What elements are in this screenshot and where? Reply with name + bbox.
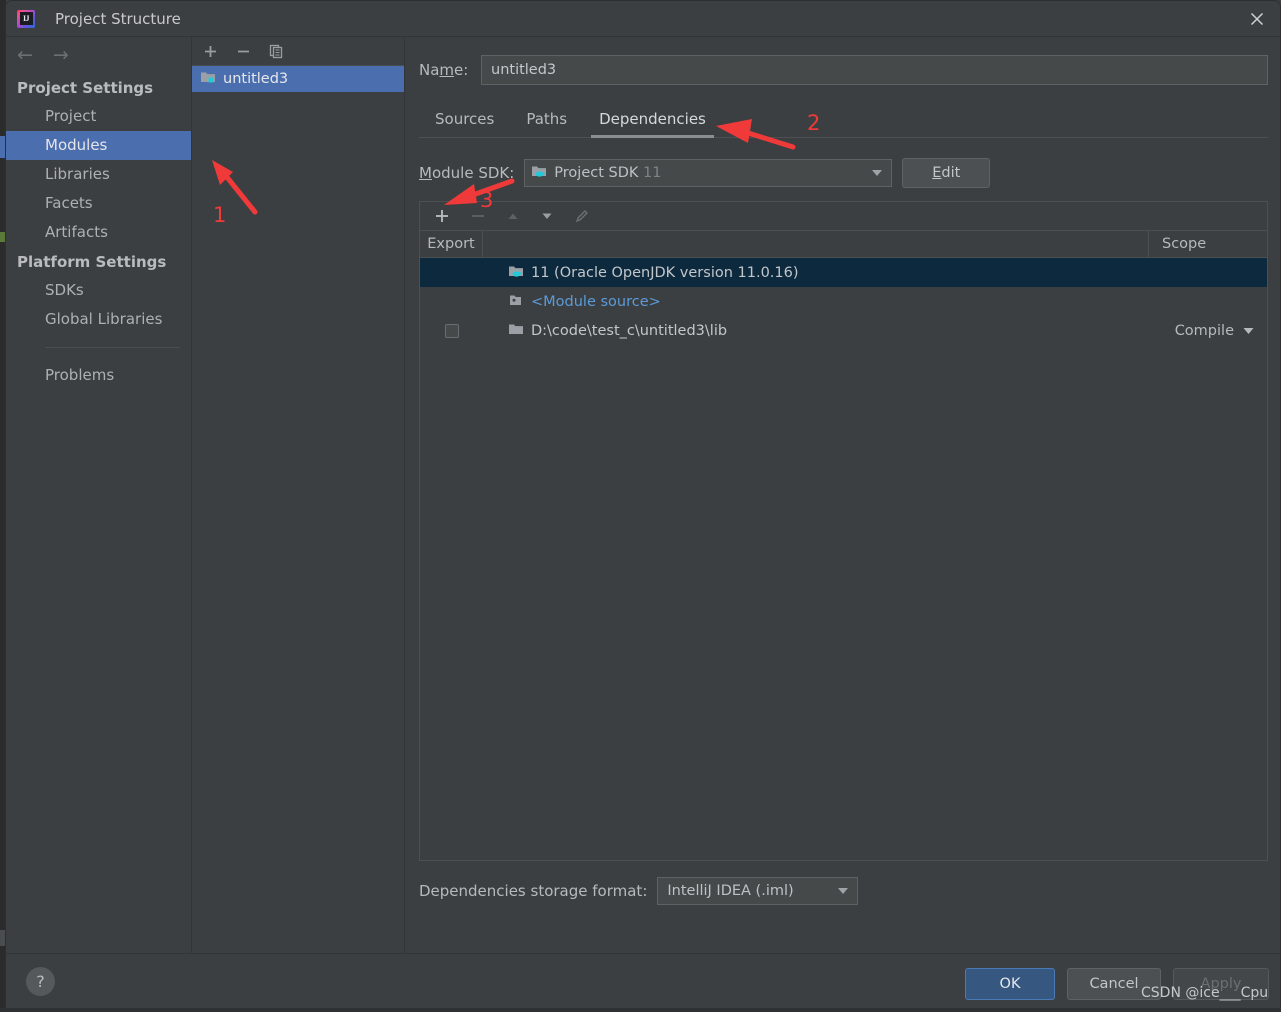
dependency-name-cell: D:\code\test_c\untitled3\lib — [483, 322, 1149, 340]
storage-format-dropdown[interactable]: IntelliJ IDEA (.iml) — [657, 877, 859, 905]
module-sdk-row: Module SDK: Project SDK 11 Edit — [419, 158, 1268, 188]
sidebar-item-global-libraries[interactable]: Global Libraries — [6, 305, 191, 334]
sidebar-item-libraries[interactable]: Libraries — [6, 160, 191, 189]
chevron-down-icon — [1243, 323, 1254, 339]
table-row[interactable]: 11 (Oracle OpenJDK version 11.0.16) — [420, 258, 1267, 287]
plus-icon[interactable] — [203, 44, 218, 59]
dependencies-table-header: Export Scope — [420, 230, 1267, 258]
modules-toolbar — [192, 37, 404, 66]
export-checkbox[interactable] — [444, 323, 459, 338]
storage-format-label: Dependencies storage format: — [419, 882, 648, 900]
module-sdk-dropdown[interactable]: Project SDK 11 — [524, 159, 893, 187]
table-row[interactable]: D:\code\test_c\untitled3\lib Compile — [420, 316, 1267, 345]
module-detail-pane: Name: Sources Paths Dependencies Module … — [405, 37, 1280, 953]
screenshot-root: IJ Project Structure ← → Project Setting… — [0, 0, 1281, 1012]
settings-nav-pane: ← → Project Settings Project Modules Lib… — [6, 37, 192, 953]
column-header-export[interactable]: Export — [420, 230, 483, 258]
folder-icon — [508, 322, 524, 340]
modules-list-pane: untitled3 — [192, 37, 405, 953]
help-icon[interactable]: ? — [26, 967, 55, 996]
annotation-number-3: 3 — [480, 188, 494, 212]
nav-divider — [45, 347, 180, 348]
sidebar-item-project[interactable]: Project — [6, 102, 191, 131]
pencil-icon — [574, 208, 590, 224]
minus-icon[interactable] — [236, 44, 251, 59]
arrow-left-icon[interactable]: ← — [17, 45, 33, 65]
dialog-footer: ? OK Cancel Apply — [6, 953, 1280, 1011]
annotation-number-2: 2 — [807, 111, 821, 135]
name-label: Name: — [419, 61, 469, 79]
sidebar-item-modules[interactable]: Modules — [6, 131, 191, 160]
dependencies-toolbar — [420, 202, 1267, 231]
module-source-icon — [508, 293, 524, 311]
chevron-down-icon — [838, 888, 849, 894]
module-tabs: Sources Paths Dependencies — [419, 105, 1268, 138]
title-bar: IJ Project Structure — [6, 1, 1280, 37]
sidebar-item-sdks[interactable]: SDKs — [6, 276, 191, 305]
column-header-name[interactable] — [483, 230, 1149, 258]
window-title: Project Structure — [55, 9, 181, 28]
storage-format-value: IntelliJ IDEA (.iml) — [667, 883, 794, 899]
arrow-down-icon[interactable] — [540, 209, 554, 223]
csdn-watermark: CSDN @ice___Cpu — [1141, 985, 1269, 1001]
dependencies-table-body: 11 (Oracle OpenJDK version 11.0.16) <Mod… — [420, 258, 1267, 860]
tab-paths[interactable]: Paths — [510, 110, 583, 137]
storage-format-row: Dependencies storage format: IntelliJ ID… — [419, 877, 1268, 905]
dependency-name-cell: 11 (Oracle OpenJDK version 11.0.16) — [483, 264, 1149, 282]
arrow-up-icon — [506, 209, 520, 223]
nav-group-platform-settings: Platform Settings — [17, 253, 167, 271]
module-name-row: Name: — [419, 37, 1268, 85]
ok-button[interactable]: OK — [965, 968, 1055, 1000]
list-item-module[interactable]: untitled3 — [192, 66, 404, 92]
dependency-name-cell: <Module source> — [483, 293, 1149, 311]
close-icon[interactable] — [1234, 1, 1280, 36]
chevron-down-icon — [872, 170, 883, 176]
table-row[interactable]: <Module source> — [420, 287, 1267, 316]
scope-value: Compile — [1174, 322, 1234, 339]
nav-history-controls: ← → — [6, 37, 191, 73]
scope-cell[interactable]: Compile — [1149, 323, 1267, 339]
dependency-label: D:\code\test_c\untitled3\lib — [531, 322, 728, 339]
jdk-folder-icon — [508, 264, 524, 282]
dependency-label: 11 (Oracle OpenJDK version 11.0.16) — [531, 264, 799, 281]
edit-sdk-button[interactable]: Edit — [902, 158, 991, 188]
nav-group-project-settings: Project Settings — [17, 79, 154, 97]
module-name-input[interactable] — [481, 55, 1268, 85]
copy-icon[interactable] — [269, 44, 284, 59]
intellij-idea-logo-icon: IJ — [17, 9, 35, 28]
sidebar-item-facets[interactable]: Facets — [6, 189, 191, 218]
sidebar-item-problems[interactable]: Problems — [6, 361, 191, 390]
module-name-label: untitled3 — [223, 71, 289, 87]
project-structure-dialog: IJ Project Structure ← → Project Setting… — [5, 0, 1281, 1012]
module-sdk-label: Module SDK: — [419, 164, 515, 182]
dialog-body: ← → Project Settings Project Modules Lib… — [6, 37, 1280, 953]
tab-sources[interactable]: Sources — [419, 110, 510, 137]
annotation-number-1: 1 — [213, 203, 227, 227]
arrow-right-icon[interactable]: → — [53, 45, 69, 65]
bottom-edge — [0, 1008, 1281, 1012]
module-sdk-value: Project SDK 11 — [554, 165, 662, 181]
export-cell[interactable] — [420, 323, 483, 338]
jdk-folder-icon — [531, 164, 547, 183]
dependencies-table-box: Export Scope 11 (Oracle OpenJDK version … — [419, 201, 1268, 861]
sidebar-item-artifacts[interactable]: Artifacts — [6, 218, 191, 247]
module-folder-icon — [200, 70, 216, 88]
tab-dependencies[interactable]: Dependencies — [583, 110, 722, 138]
dependency-label: <Module source> — [531, 293, 661, 310]
plus-icon[interactable] — [434, 208, 450, 224]
column-header-scope[interactable]: Scope — [1149, 231, 1267, 258]
